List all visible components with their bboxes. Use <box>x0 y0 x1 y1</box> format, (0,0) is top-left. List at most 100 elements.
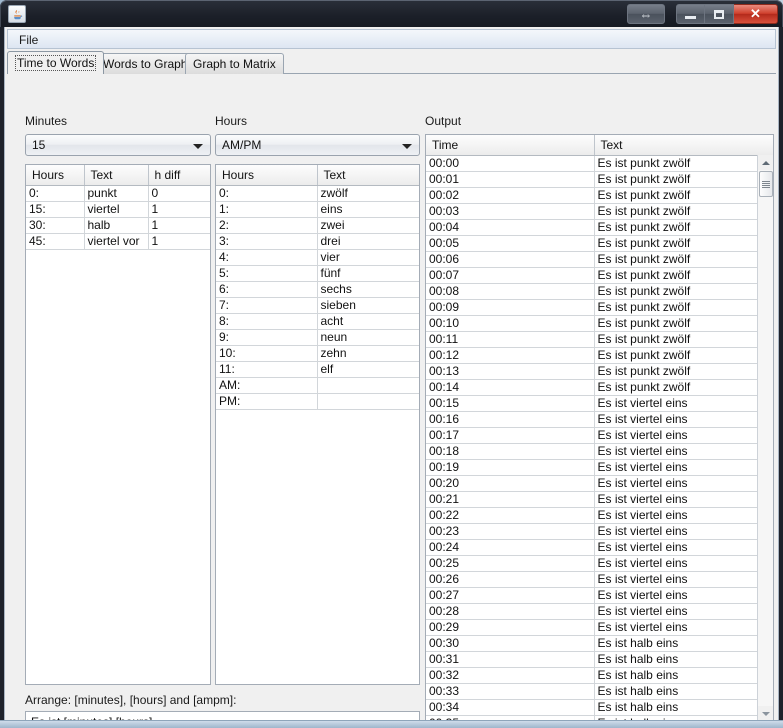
hours-col-text[interactable]: Text <box>317 165 419 186</box>
table-row[interactable]: 00:21 Es ist viertel eins <box>426 491 773 508</box>
cell-time: 00:34 <box>426 699 595 716</box>
cell-time: 00:19 <box>426 459 595 476</box>
table-row[interactable]: 45: viertel vor 1 <box>26 233 210 250</box>
table-row[interactable]: AM: <box>216 377 419 394</box>
minutes-col-hours[interactable]: Hours <box>26 165 85 186</box>
scroll-up-button[interactable] <box>758 155 773 170</box>
table-row[interactable]: 00:22 Es ist viertel eins <box>426 507 773 524</box>
table-row[interactable]: 00:24 Es ist viertel eins <box>426 539 773 556</box>
table-row[interactable]: 6: sechs <box>216 281 419 298</box>
cell-text: Es ist viertel eins <box>594 475 773 492</box>
table-row[interactable]: 00:03 Es ist punkt zwölf <box>426 203 773 220</box>
table-row[interactable]: 0: punkt 0 <box>26 185 210 202</box>
table-row[interactable]: 00:18 Es ist viertel eins <box>426 443 773 460</box>
output-col-text[interactable]: Text <box>594 135 773 156</box>
table-row[interactable]: 00:02 Es ist punkt zwölf <box>426 187 773 204</box>
table-row[interactable]: 00:05 Es ist punkt zwölf <box>426 235 773 252</box>
cell-time: 00:32 <box>426 667 595 684</box>
menu-file[interactable]: File <box>15 32 42 48</box>
table-row[interactable]: 00:14 Es ist punkt zwölf <box>426 379 773 396</box>
table-row[interactable]: 00:08 Es ist punkt zwölf <box>426 283 773 300</box>
cell-time: 00:30 <box>426 635 595 652</box>
output-col-time[interactable]: Time <box>426 135 595 156</box>
table-row[interactable]: 00:19 Es ist viertel eins <box>426 459 773 476</box>
table-row[interactable]: 9: neun <box>216 329 419 346</box>
close-icon: ✕ <box>750 6 761 21</box>
table-row[interactable]: 11: elf <box>216 361 419 378</box>
table-row[interactable]: 00:07 Es ist punkt zwölf <box>426 267 773 284</box>
table-row[interactable]: 00:04 Es ist punkt zwölf <box>426 219 773 236</box>
table-row[interactable]: 00:28 Es ist viertel eins <box>426 603 773 620</box>
table-row[interactable]: 00:13 Es ist punkt zwölf <box>426 363 773 380</box>
cell-hours: 10: <box>216 345 318 362</box>
table-row[interactable]: 00:34 Es ist halb eins <box>426 699 773 716</box>
cell-text: Es ist punkt zwölf <box>594 379 773 396</box>
table-row[interactable]: 00:30 Es ist halb eins <box>426 635 773 652</box>
cell-text: Es ist punkt zwölf <box>594 315 773 332</box>
output-table[interactable]: Time Text 00:00 Es ist punkt zwölf 00:01 Es… <box>425 134 774 720</box>
cell-text: Es ist viertel eins <box>594 443 773 460</box>
table-row[interactable]: 00:20 Es ist viertel eins <box>426 475 773 492</box>
table-row[interactable]: 4: vier <box>216 249 419 266</box>
table-row[interactable]: 0: zwölf <box>216 185 419 202</box>
cell-time: 00:27 <box>426 587 595 604</box>
minutes-combobox[interactable]: 15 <box>25 134 211 156</box>
table-row[interactable]: 00:10 Es ist punkt zwölf <box>426 315 773 332</box>
table-row[interactable]: 3: drei <box>216 233 419 250</box>
maximize-button[interactable] <box>705 4 734 24</box>
tab-time-to-words[interactable]: Time to Words <box>7 51 105 74</box>
title-bar: ⇔ ✕ <box>0 0 783 27</box>
table-row[interactable]: 00:16 Es ist viertel eins <box>426 411 773 428</box>
tab-graph-to-matrix[interactable]: Graph to Matrix <box>185 53 284 74</box>
table-row[interactable]: 00:29 Es ist viertel eins <box>426 619 773 636</box>
table-row[interactable]: 00:17 Es ist viertel eins <box>426 427 773 444</box>
restore-size-button[interactable]: ⇔ <box>627 4 665 24</box>
cell-text <box>317 393 419 410</box>
table-row[interactable]: 00:26 Es ist viertel eins <box>426 571 773 588</box>
table-row[interactable]: 00:25 Es ist viertel eins <box>426 555 773 572</box>
minutes-table[interactable]: Hours Text h diff 0: punkt 0 15: viertel… <box>25 164 211 685</box>
table-row[interactable]: 00:31 Es ist halb eins <box>426 651 773 668</box>
table-row[interactable]: PM: <box>216 393 419 410</box>
minutes-section-label: Minutes <box>25 114 68 128</box>
minutes-col-hdiff[interactable]: h diff <box>148 165 210 186</box>
java-coffee-cup-icon <box>8 5 26 23</box>
table-row[interactable]: 00:23 Es ist viertel eins <box>426 523 773 540</box>
cell-text: Es ist punkt zwölf <box>594 187 773 204</box>
table-row[interactable]: 2: zwei <box>216 217 419 234</box>
cell-text: Es ist viertel eins <box>594 571 773 588</box>
cell-hours: 3: <box>216 233 318 250</box>
table-row[interactable]: 00:00 Es ist punkt zwölf <box>426 155 773 172</box>
table-row[interactable]: 30: halb 1 <box>26 217 210 234</box>
cell-time: 00:28 <box>426 603 595 620</box>
hours-table[interactable]: Hours Text 0: zwölf 1: eins 2: zwei 3: drei 4: vi… <box>215 164 420 685</box>
minimize-button[interactable] <box>676 4 705 24</box>
hours-col-hours[interactable]: Hours <box>216 165 318 186</box>
scroll-down-button[interactable] <box>758 706 773 720</box>
table-row[interactable]: 00:06 Es ist punkt zwölf <box>426 251 773 268</box>
minutes-col-text[interactable]: Text <box>84 165 149 186</box>
cell-time: 00:15 <box>426 395 595 412</box>
table-row[interactable]: 00:01 Es ist punkt zwölf <box>426 171 773 188</box>
table-row[interactable]: 00:27 Es ist viertel eins <box>426 587 773 604</box>
table-row[interactable]: 00:11 Es ist punkt zwölf <box>426 331 773 348</box>
hours-combobox[interactable]: AM/PM <box>215 134 420 156</box>
table-row[interactable]: 15: viertel 1 <box>26 201 210 218</box>
table-row[interactable]: 00:12 Es ist punkt zwölf <box>426 347 773 364</box>
cell-text: Es ist viertel eins <box>594 603 773 620</box>
table-row[interactable]: 8: acht <box>216 313 419 330</box>
tab-words-to-graph[interactable]: Words to Graph <box>95 53 196 74</box>
table-row[interactable]: 5: fünf <box>216 265 419 282</box>
table-row[interactable]: 00:09 Es ist punkt zwölf <box>426 299 773 316</box>
output-vertical-scrollbar[interactable] <box>757 155 773 720</box>
scrollbar-thumb[interactable] <box>759 171 773 197</box>
table-row[interactable]: 10: zehn <box>216 345 419 362</box>
cell-text: Es ist punkt zwölf <box>594 331 773 348</box>
table-row[interactable]: 1: eins <box>216 201 419 218</box>
table-row[interactable]: 00:15 Es ist viertel eins <box>426 395 773 412</box>
close-button[interactable]: ✕ <box>734 4 778 24</box>
table-row[interactable]: 00:33 Es ist halb eins <box>426 683 773 700</box>
table-row[interactable]: 7: sieben <box>216 297 419 314</box>
table-row[interactable]: 00:32 Es ist halb eins <box>426 667 773 684</box>
cell-text: Es ist halb eins <box>594 667 773 684</box>
